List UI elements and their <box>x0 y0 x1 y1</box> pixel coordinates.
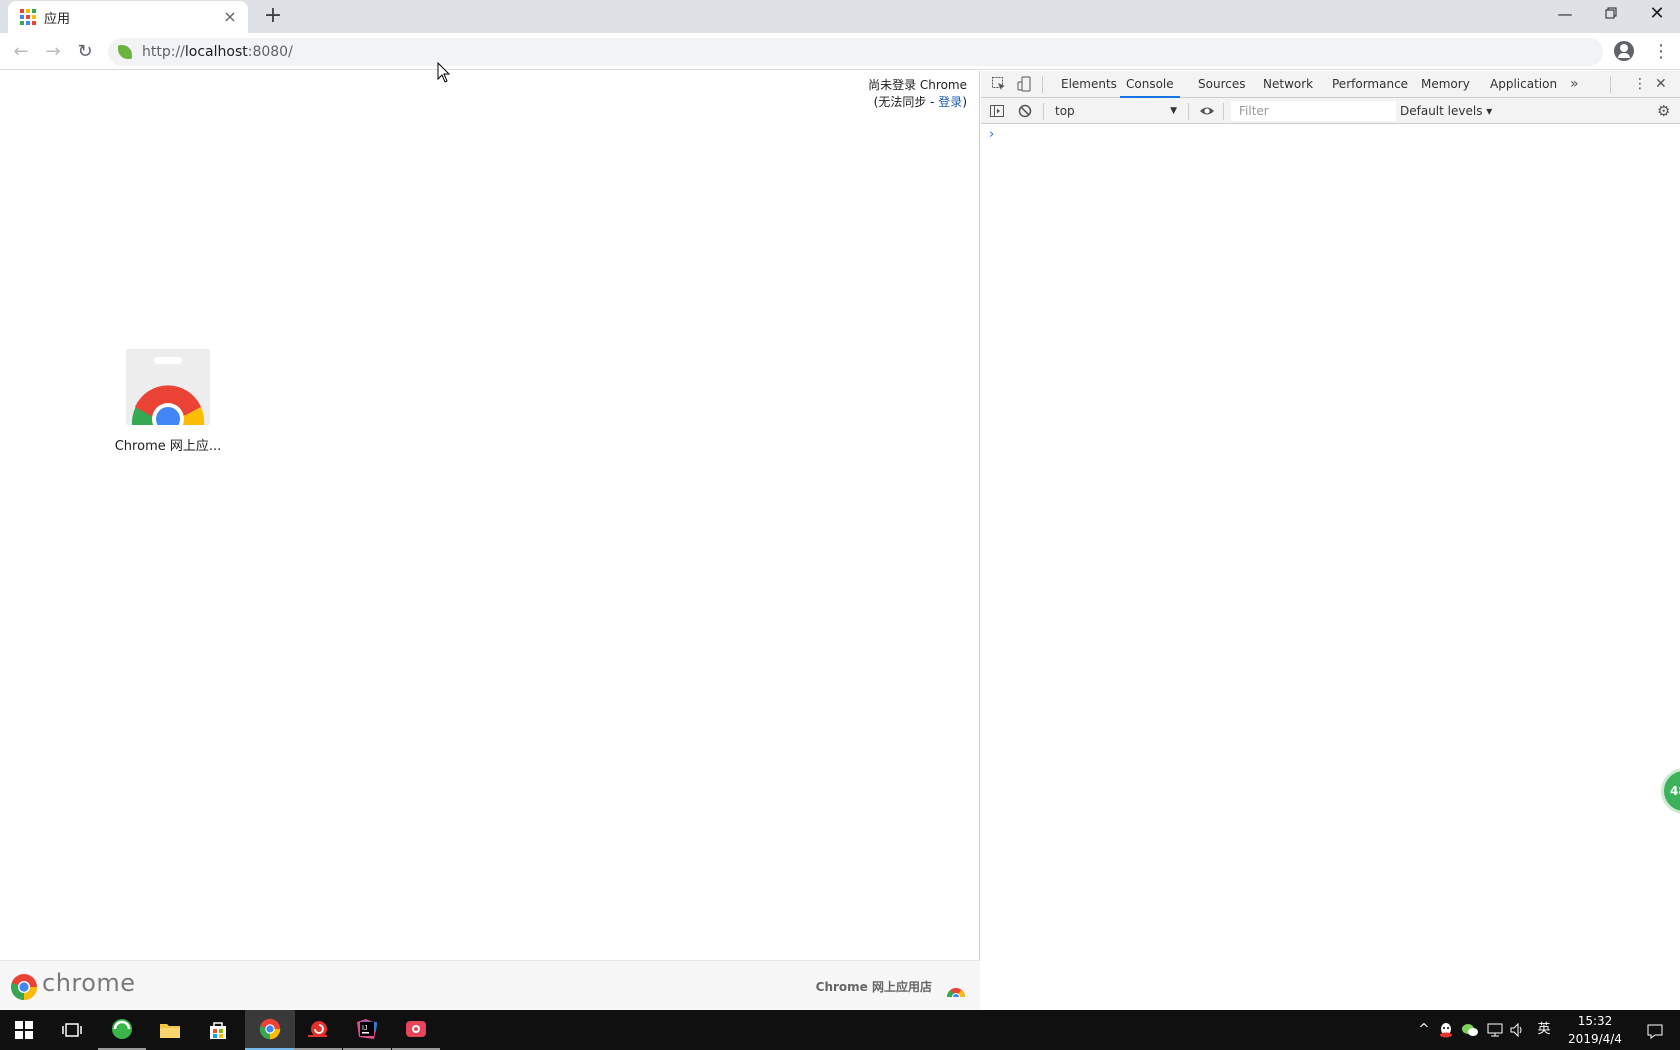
signin-notice: 尚未登录 Chrome (无法同步 - 登录) <box>868 77 967 111</box>
devtools-menu-icon[interactable]: ⋮ <box>1633 71 1647 98</box>
console-prompt-icon: › <box>989 127 995 142</box>
taskbar-intellij[interactable]: IJ <box>343 1010 391 1050</box>
red-snail-icon <box>308 1021 327 1037</box>
forward-button[interactable]: → <box>40 39 66 65</box>
browser-menu-icon[interactable]: ⋮ <box>1652 39 1670 65</box>
start-button[interactable] <box>0 1010 48 1050</box>
clock-date: 2019/4/4 <box>1568 1032 1622 1046</box>
tab-strip: 应用 × + — ✕ <box>0 0 1680 33</box>
chrome-taskbar-icon <box>259 1018 281 1040</box>
console-settings-gear-icon[interactable]: ⚙ <box>1657 102 1670 120</box>
intellij-icon: IJ <box>357 1019 377 1039</box>
url-scheme: http:// <box>142 44 185 60</box>
log-levels-dropdown[interactable]: Default levels ▾ <box>1400 101 1492 121</box>
show-hidden-icons[interactable]: ^ <box>1414 1010 1434 1050</box>
clock-time: 15:32 <box>1577 1014 1613 1028</box>
back-button[interactable]: ← <box>8 39 34 65</box>
taskbar-chrome[interactable] <box>245 1010 295 1050</box>
tab-performance[interactable]: Performance <box>1326 71 1414 98</box>
devtools-tabbar: Elements Console Sources Network Perform… <box>981 71 1680 98</box>
webstore-app-icon <box>126 349 210 425</box>
tab-memory[interactable]: Memory <box>1415 71 1476 98</box>
address-bar[interactable]: http://localhost:8080/ <box>108 38 1603 66</box>
chrome-wordmark: chrome <box>42 969 136 997</box>
store-bag-icon <box>210 1022 226 1039</box>
task-view-button[interactable] <box>48 1010 96 1050</box>
tab-application[interactable]: Application <box>1484 71 1563 98</box>
chrome-logo-icon <box>11 974 38 1001</box>
minimize-button[interactable]: — <box>1542 0 1588 30</box>
console-filter-input[interactable] <box>1231 101 1396 121</box>
page-content: 尚未登录 Chrome (无法同步 - 登录) Chrome 网上应... ch… <box>0 71 980 1010</box>
app-tile-webstore[interactable]: Chrome 网上应... <box>110 349 226 454</box>
console-toolbar: top ▼ Default levels ▾ ⚙ <box>981 98 1680 124</box>
taskbar-app-snail[interactable] <box>294 1010 342 1050</box>
more-tabs-icon[interactable]: » <box>1570 71 1579 98</box>
tab-console[interactable]: Console <box>1120 71 1180 98</box>
browser-toolbar: ← → ↻ http://localhost:8080/ ⋮ <box>0 33 1680 70</box>
console-input[interactable] <box>981 124 1680 144</box>
context-value: top <box>1055 104 1075 118</box>
mouse-cursor-icon <box>437 62 451 83</box>
taskbar-app-360[interactable] <box>98 1010 146 1050</box>
page-footer: chrome Chrome 网上应用店 <box>0 960 980 1010</box>
app-tile-label: Chrome 网上应... <box>114 439 222 454</box>
green-browser-icon <box>112 1019 132 1039</box>
signin-link[interactable]: 登录 <box>938 95 962 109</box>
browser-tab-apps[interactable]: 应用 × <box>8 1 248 33</box>
restore-button[interactable] <box>1588 0 1634 30</box>
ime-indicator[interactable]: 英 <box>1532 1010 1556 1050</box>
site-leaf-icon <box>118 45 132 59</box>
url-host: localhost <box>184 44 248 60</box>
apps-grid-icon <box>20 9 36 25</box>
tray-wechat-icon[interactable] <box>1460 1010 1480 1050</box>
action-center-icon[interactable] <box>1630 1010 1680 1050</box>
webstore-icon[interactable] <box>946 981 966 997</box>
tab-title: 应用 <box>44 11 71 27</box>
reload-button[interactable]: ↻ <box>72 39 98 65</box>
dropdown-arrow-icon: ▼ <box>1170 106 1177 116</box>
new-tab-button[interactable]: + <box>260 4 286 30</box>
url-port-path: :8080/ <box>247 44 293 60</box>
devtools-close-icon[interactable]: ✕ <box>1655 71 1667 98</box>
device-toolbar-icon[interactable] <box>1017 76 1033 92</box>
tray-network-icon[interactable] <box>1485 1010 1505 1050</box>
sync-status-prefix: (无法同步 - <box>873 95 939 109</box>
signin-status: 尚未登录 Chrome <box>868 78 967 92</box>
execution-context-select[interactable]: top ▼ <box>1051 101 1181 121</box>
taskbar: IJ ^ 英 15:32 2019/4/4 <box>0 1010 1680 1050</box>
sync-status-suffix: ) <box>962 95 967 109</box>
tray-volume-icon[interactable] <box>1508 1010 1528 1050</box>
taskbar-clock[interactable]: 15:32 2019/4/4 <box>1560 1012 1630 1048</box>
tray-qq-icon[interactable] <box>1436 1010 1456 1050</box>
log-levels-label: Default levels <box>1400 104 1483 118</box>
task-view-icon <box>62 1023 82 1037</box>
webstore-link[interactable]: Chrome 网上应用店 <box>816 978 932 995</box>
taskbar-store[interactable] <box>194 1010 242 1050</box>
tab-close-icon[interactable]: × <box>222 9 238 25</box>
taskbar-screen-recorder[interactable] <box>392 1010 440 1050</box>
folder-icon <box>160 1024 180 1038</box>
windows-logo-icon <box>15 1021 33 1039</box>
taskbar-file-explorer[interactable] <box>146 1010 194 1050</box>
restore-icon <box>1605 7 1617 19</box>
clear-console-icon[interactable] <box>1017 103 1033 119</box>
tab-network[interactable]: Network <box>1257 71 1319 98</box>
tab-sources[interactable]: Sources <box>1192 71 1251 98</box>
live-expression-eye-icon[interactable] <box>1199 103 1215 119</box>
inspect-element-icon[interactable] <box>991 76 1007 92</box>
close-window-button[interactable]: ✕ <box>1634 0 1680 30</box>
profile-avatar-icon[interactable] <box>1614 41 1634 61</box>
svg-text:IJ: IJ <box>362 1025 367 1032</box>
tab-elements[interactable]: Elements <box>1055 71 1123 98</box>
show-sidebar-icon[interactable] <box>989 103 1005 119</box>
recorder-icon <box>406 1021 426 1037</box>
devtools-panel: Elements Console Sources Network Perform… <box>981 71 1680 1010</box>
